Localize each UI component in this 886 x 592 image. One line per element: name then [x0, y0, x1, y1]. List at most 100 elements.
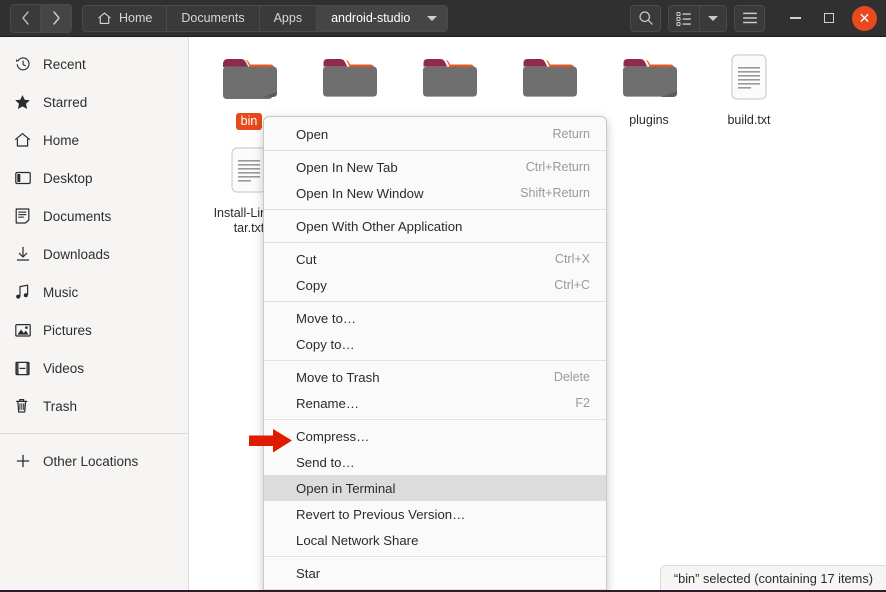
- menu-item-label: Open in Terminal: [296, 480, 396, 496]
- menu-separator: [264, 419, 606, 420]
- sidebar-item-label: Desktop: [43, 170, 93, 186]
- menu-item-label: Cut: [296, 251, 317, 267]
- menu-item-label: Local Network Share: [296, 532, 419, 548]
- menu-item-label: Compress…: [296, 428, 370, 444]
- document-icon: [14, 208, 31, 225]
- minimize-button[interactable]: [781, 4, 809, 32]
- menu-item-local-network-share[interactable]: Local Network Share: [264, 527, 606, 553]
- sidebar-item-label: Trash: [43, 398, 78, 414]
- main-menu-button[interactable]: [734, 4, 765, 32]
- menu-item-accelerator: F2: [575, 396, 590, 410]
- sidebar-item-starred[interactable]: Starred: [0, 83, 188, 121]
- breadcrumb-item-documents[interactable]: Documents: [167, 5, 260, 31]
- menu-item-label: Copy: [296, 277, 327, 293]
- menu-item-label: Revert to Previous Version…: [296, 506, 466, 522]
- menu-item-accelerator: Return: [552, 127, 590, 141]
- download-icon: [14, 246, 31, 263]
- list-view-button[interactable]: [669, 5, 700, 31]
- sidebar-item-trash[interactable]: Trash: [0, 387, 188, 425]
- search-button[interactable]: [630, 4, 661, 32]
- file-item-build-txt[interactable]: build.txt: [699, 47, 799, 136]
- header-bar: Home Documents Apps android-studio ✕: [0, 0, 886, 37]
- sidebar-separator: [0, 433, 188, 434]
- menu-item-label: Copy to…: [296, 336, 355, 352]
- menu-separator: [264, 360, 606, 361]
- menu-item-label: Send to…: [296, 454, 355, 470]
- menu-item-label: Open With Other Application: [296, 218, 463, 234]
- hamburger-menu-icon: [742, 12, 757, 24]
- maximize-button[interactable]: [815, 4, 843, 32]
- menu-item-move-to-trash[interactable]: Move to Trash Delete: [264, 364, 606, 390]
- window-controls: ✕: [775, 4, 880, 32]
- list-view-icon: [676, 11, 691, 26]
- menu-item-open-with-other-application[interactable]: Open With Other Application: [264, 213, 606, 239]
- breadcrumb-item-home[interactable]: Home: [83, 5, 168, 31]
- minimize-icon: [789, 17, 801, 19]
- breadcrumb-label: Documents: [181, 11, 245, 25]
- navigation-buttons: [10, 3, 72, 33]
- menu-item-label: Open In New Tab: [296, 159, 398, 175]
- chevron-right-icon: [52, 11, 60, 25]
- menu-item-copy[interactable]: Copy Ctrl+C: [264, 272, 606, 298]
- sidebar-item-other-locations[interactable]: Other Locations: [0, 442, 188, 480]
- menu-separator: [264, 556, 606, 557]
- view-dropdown-button[interactable]: [700, 5, 726, 31]
- sidebar-item-label: Documents: [43, 208, 112, 224]
- breadcrumb-item-android-studio[interactable]: android-studio: [317, 5, 448, 31]
- menu-item-open[interactable]: Open Return: [264, 121, 606, 147]
- context-menu: Open Return Open In New Tab Ctrl+Return …: [263, 116, 607, 592]
- status-bar: “bin” selected (containing 17 items): [659, 565, 886, 592]
- menu-item-label: Open: [296, 126, 329, 142]
- sidebar: Recent Starred Home Desktop Documents Do…: [0, 37, 189, 592]
- menu-item-label: Rename…: [296, 395, 360, 411]
- sidebar-item-pictures[interactable]: Pictures: [0, 311, 188, 349]
- chevron-left-icon: [22, 11, 29, 25]
- trash-icon: [14, 398, 31, 415]
- picture-icon: [14, 322, 31, 339]
- folder-icon: [521, 51, 577, 109]
- sidebar-item-label: Pictures: [43, 322, 92, 338]
- folder-icon: [421, 51, 477, 109]
- breadcrumb-item-apps[interactable]: Apps: [259, 5, 318, 31]
- close-icon: ✕: [858, 9, 871, 26]
- view-options-group: [668, 4, 727, 32]
- menu-item-label: Star: [296, 565, 321, 581]
- menu-item-cut[interactable]: Cut Ctrl+X: [264, 246, 606, 272]
- sidebar-item-label: Downloads: [43, 246, 110, 262]
- menu-item-open-in-new-tab[interactable]: Open In New Tab Ctrl+Return: [264, 154, 606, 180]
- forward-button[interactable]: [41, 4, 71, 32]
- menu-item-rename[interactable]: Rename… F2: [264, 390, 606, 416]
- close-button[interactable]: ✕: [852, 5, 877, 31]
- menu-item-compress[interactable]: Compress…: [264, 423, 606, 449]
- sidebar-item-label: Home: [43, 132, 80, 148]
- menu-separator: [264, 209, 606, 210]
- breadcrumb-label: Apps: [273, 11, 303, 25]
- sidebar-item-recent[interactable]: Recent: [0, 45, 188, 83]
- clock-icon: [14, 56, 31, 73]
- menu-item-star[interactable]: Star: [264, 560, 606, 586]
- menu-separator: [264, 242, 606, 243]
- sidebar-item-videos[interactable]: Videos: [0, 349, 188, 387]
- menu-item-label: Open In New Window: [296, 185, 424, 201]
- back-button[interactable]: [11, 4, 41, 32]
- sidebar-item-home[interactable]: Home: [0, 121, 188, 159]
- menu-item-revert-to-previous-version[interactable]: Revert to Previous Version…: [264, 501, 606, 527]
- star-icon: [14, 94, 31, 111]
- file-item-plugins[interactable]: plugins: [599, 47, 699, 136]
- breadcrumb-label: Home: [119, 11, 153, 25]
- file-item-label: plugins: [629, 113, 669, 127]
- status-text: “bin” selected (containing 17 items): [673, 571, 873, 586]
- menu-item-send-to[interactable]: Send to…: [264, 449, 606, 475]
- menu-item-open-in-terminal[interactable]: Open in Terminal: [264, 475, 606, 501]
- menu-item-accelerator: Delete: [553, 370, 590, 384]
- menu-item-label: Move to Trash: [296, 369, 380, 385]
- menu-item-open-in-new-window[interactable]: Open In New Window Shift+Return: [264, 180, 606, 206]
- sidebar-item-music[interactable]: Music: [0, 273, 188, 311]
- sidebar-item-downloads[interactable]: Downloads: [0, 235, 188, 273]
- red-arrow-icon: [249, 428, 293, 459]
- menu-item-move-to[interactable]: Move to…: [264, 305, 606, 331]
- sidebar-item-label: Recent: [43, 56, 86, 72]
- sidebar-item-documents[interactable]: Documents: [0, 197, 188, 235]
- menu-item-copy-to[interactable]: Copy to…: [264, 331, 606, 357]
- sidebar-item-desktop[interactable]: Desktop: [0, 159, 188, 197]
